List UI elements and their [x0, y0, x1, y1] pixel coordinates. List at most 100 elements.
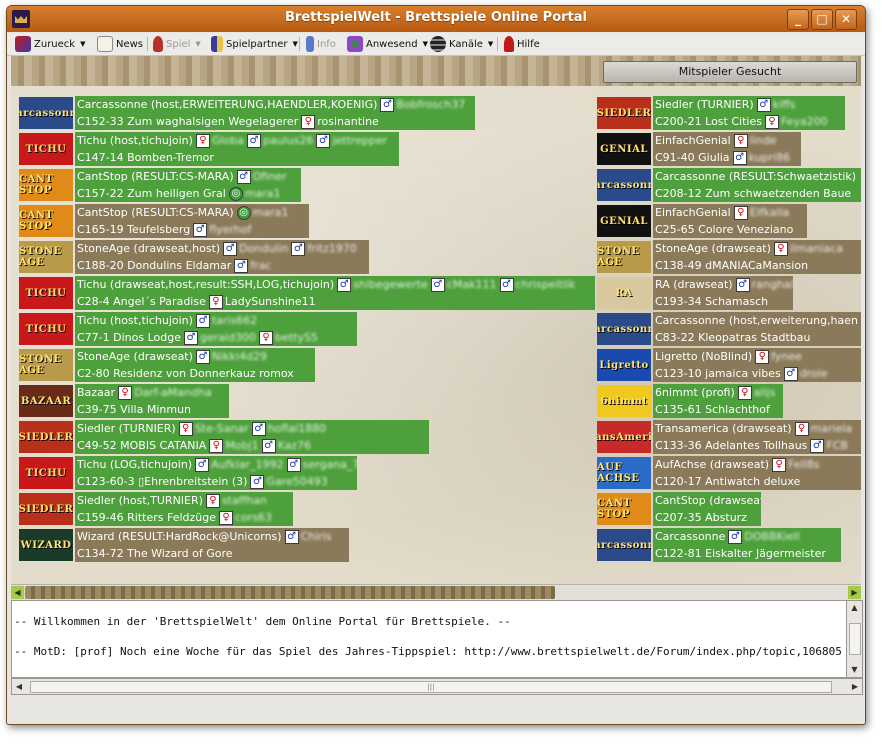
scroll-down-icon[interactable]: ▼: [847, 663, 862, 677]
scroll-up-icon[interactable]: ▲: [847, 601, 862, 615]
game-box-thumbnail[interactable]: CANT STOP: [19, 169, 73, 201]
player-entry[interactable]: ♂ drole: [783, 365, 828, 382]
player-entry[interactable]: ♂ fritz1970: [291, 240, 357, 257]
player-entry[interactable]: ♂ kupri86: [732, 149, 790, 166]
game-box-thumbnail[interactable]: Ligretto: [597, 349, 651, 381]
game-room-right-12[interactable]: CarcassonneCarcassonne♂DOBBKiell C122-81 …: [597, 528, 841, 562]
player-entry[interactable]: ♂ jettrepper: [316, 132, 387, 149]
player-entry[interactable]: ♂ paulus26: [246, 132, 313, 149]
scroll-right-icon[interactable]: ▶: [848, 586, 861, 599]
game-box-thumbnail[interactable]: Carcassonne: [597, 529, 651, 561]
game-room-left-5[interactable]: TICHU Tichu (drawseat,host,result:SSH,LOG…: [19, 276, 595, 310]
back-button[interactable]: Zurueck ▼: [15, 36, 85, 52]
game-room-right-8[interactable]: 6nimmt 6nimmt (profi) ♀ alijs C135-61 Schlac…: [597, 384, 783, 418]
game-room-left-4[interactable]: STONE AGE StoneAge (drawseat,host) ♂ Dondul…: [19, 240, 369, 274]
player-entry[interactable]: ♀ fynee: [755, 348, 802, 365]
game-box-thumbnail[interactable]: AUF ACHSE: [597, 457, 651, 489]
game-box-thumbnail[interactable]: STONE AGE: [597, 241, 651, 273]
game-box-thumbnail[interactable]: GENIAL: [597, 133, 651, 165]
player-entry[interactable]: ♂ Chiris: [284, 528, 332, 545]
game-room-left-12[interactable]: WIZARD Wizard (RESULT:HardRock@Unicorns) ♂…: [19, 528, 349, 562]
player-entry[interactable]: ♂ shibegewerte: [337, 276, 428, 293]
game-room-right-1[interactable]: GENIAL EinfachGenial ♀ linde C91-40 Giulia ♂ k…: [597, 132, 801, 166]
player-entry[interactable]: ♀ alijs: [737, 384, 775, 401]
game-box-thumbnail[interactable]: TICHU: [19, 457, 73, 489]
game-box-thumbnail[interactable]: TransAmerica: [597, 421, 651, 453]
game-box-thumbnail[interactable]: TICHU: [19, 277, 73, 309]
title-bar[interactable]: BrettspielWelt - Brettspiele Online Port…: [7, 6, 865, 32]
game-room-left-10[interactable]: TICHU Tichu (LOG,tichujoin) ♂ Aufklar_1992 ♂…: [19, 456, 357, 490]
player-entry[interactable]: ♀ ilmaniaca: [773, 240, 843, 257]
game-box-thumbnail[interactable]: Carcassonne: [597, 169, 651, 201]
game-room-left-0[interactable]: CarcassonneCarcassonne (host,ERWEITERUNG…: [19, 96, 475, 130]
game-box-thumbnail[interactable]: 6nimmt: [597, 385, 651, 417]
player-entry[interactable]: ◎ mara1: [236, 204, 288, 221]
game-room-left-11[interactable]: SIEDLER Siedler (host,TURNIER) ♀ staffhan C1…: [19, 492, 293, 526]
game-box-thumbnail[interactable]: BAZAAR: [19, 385, 73, 417]
player-entry[interactable]: ♀ LadySunshine11: [208, 293, 316, 310]
game-room-left-7[interactable]: STONE AGE StoneAge (drawseat) ♂ Nikki4d29 C2…: [19, 348, 315, 382]
game-room-right-0[interactable]: SIEDLER Siedler (TURNIER) ♂ kiffs C200-21 Lo…: [597, 96, 845, 130]
player-entry[interactable]: ♀ Fell8s: [772, 456, 819, 473]
game-box-thumbnail[interactable]: Carcassonne: [597, 313, 651, 345]
news-button[interactable]: News: [97, 36, 143, 52]
game-box-thumbnail[interactable]: GENIAL: [597, 205, 651, 237]
game-box-thumbnail[interactable]: STONE AGE: [19, 241, 73, 273]
game-box-thumbnail[interactable]: WIZARD: [19, 529, 73, 561]
game-room-left-8[interactable]: BAZAAR Bazaar ♀ Darf-aMandha C39-75 Villa Mi…: [19, 384, 229, 418]
game-room-right-11[interactable]: CANT STOPCantStop (drawseat)♂qsaoo C207-3…: [597, 492, 761, 526]
game-box-thumbnail[interactable]: RA: [597, 277, 651, 309]
game-box-thumbnail[interactable]: SIEDLER: [19, 421, 73, 453]
game-room-right-2[interactable]: Carcassonne Carcassonne (RESULT:Schwaetzi…: [597, 168, 861, 202]
mitspieler-gesucht-button[interactable]: Mitspieler Gesucht: [603, 61, 857, 83]
scroll-thumb[interactable]: [849, 623, 861, 655]
game-box-thumbnail[interactable]: Carcassonne: [19, 97, 73, 129]
game-room-left-3[interactable]: CANT STOP CantStop (RESULT:CS-MARA) ◎ mara1…: [19, 204, 309, 238]
player-entry[interactable]: ♀ bettyS5: [259, 329, 318, 346]
player-entry[interactable]: ♂ Aufklar_1992: [195, 456, 284, 473]
player-entry[interactable]: ♂ Ofiner: [236, 168, 286, 185]
player-entry[interactable]: ♂ Dondulin: [223, 240, 288, 257]
game-room-right-5[interactable]: RA RA (drawseat) ♂ ranghal C193-34 Schamasch: [597, 276, 793, 310]
player-entry[interactable]: ♂ hoflal1880: [251, 420, 326, 437]
game-room-left-9[interactable]: SIEDLER Siedler (TURNIER) ♀ Ste-Sanar ♂ hofla…: [19, 420, 429, 454]
game-room-left-2[interactable]: CANT STOP CantStop (RESULT:CS-MARA) ♂ Ofine…: [19, 168, 301, 202]
scroll-left-icon[interactable]: ◀: [12, 679, 26, 694]
scroll-thumb[interactable]: |||: [30, 681, 832, 693]
game-room-right-9[interactable]: TransAmericaTransamerica (drawseat)♀mari…: [597, 420, 861, 454]
scroll-right-icon[interactable]: ▶: [848, 679, 862, 694]
player-entry[interactable]: ♂ Gare50493: [250, 473, 328, 490]
game-box-thumbnail[interactable]: CANT STOP: [19, 205, 73, 237]
scroll-thumb[interactable]: [25, 586, 555, 599]
game-box-thumbnail[interactable]: TICHU: [19, 313, 73, 345]
present-menu[interactable]: Anwesend ▼: [347, 36, 428, 52]
scroll-left-icon[interactable]: ◀: [11, 586, 24, 599]
player-entry[interactable]: ♀ Feya200: [764, 113, 828, 130]
info-button[interactable]: Info: [306, 36, 336, 52]
game-box-thumbnail[interactable]: STONE AGE: [19, 349, 73, 381]
game-box-thumbnail[interactable]: CANT STOP: [597, 493, 651, 525]
game-room-left-1[interactable]: TICHU Tichu (host,tichujoin) ♀ Globa ♂ paulus…: [19, 132, 399, 166]
game-room-right-3[interactable]: GENIAL EinfachGenial ♀ Elfkalla C25-65 Color…: [597, 204, 807, 238]
player-entry[interactable]: ♀ rosinantine: [301, 113, 379, 130]
maximize-button[interactable]: □: [811, 9, 833, 30]
player-entry[interactable]: ♀ Mobj1: [209, 437, 259, 454]
player-entry[interactable]: ♂ flyerhof: [193, 221, 251, 238]
player-entry[interactable]: ♂ cMak111: [430, 276, 497, 293]
player-entry[interactable]: ♀ Elfkalla: [733, 204, 789, 221]
game-room-left-6[interactable]: TICHU Tichu (host,tichujoin) ♂ taris662 C77-…: [19, 312, 357, 346]
horizontal-scrollbar[interactable]: ◀ ▶: [11, 584, 861, 600]
player-entry[interactable]: ♂ FCB: [810, 437, 848, 454]
game-room-right-10[interactable]: AUF ACHSE AufAchse (drawseat) ♀ Fell8s C120-…: [597, 456, 861, 490]
game-box-thumbnail[interactable]: SIEDLER: [597, 97, 651, 129]
game-menu[interactable]: Spiel ▼: [153, 36, 201, 52]
game-room-right-7[interactable]: Ligretto Ligretto (NoBlind) ♀ fynee C123-10 …: [597, 348, 861, 382]
chat-log[interactable]: -- Willkommen in der 'BrettspielWelt' de…: [11, 600, 847, 678]
chat-horizontal-scrollbar[interactable]: ◀ ||| ▶: [11, 678, 863, 695]
minimize-button[interactable]: _: [787, 9, 809, 30]
player-entry[interactable]: ♂ sergana_7: [286, 456, 357, 473]
close-button[interactable]: ✕: [835, 9, 857, 30]
game-room-right-6[interactable]: Carcassonne Carcassonne (host,erweiterung…: [597, 312, 861, 346]
help-button[interactable]: Hilfe: [504, 36, 540, 52]
player-entry[interactable]: ♂ Nikki4d29: [195, 348, 267, 365]
